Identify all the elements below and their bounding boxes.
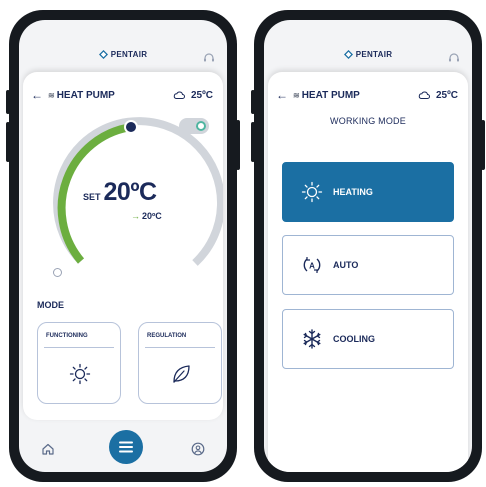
sun-icon: [69, 363, 91, 385]
mode-option-label: AUTO: [333, 260, 359, 270]
arrow-right-icon: →: [131, 211, 140, 221]
gauge-handle[interactable]: [124, 120, 138, 134]
cloud-icon: [418, 91, 430, 99]
device-header: ← ≋ HEAT PUMP 25ºC: [276, 88, 458, 102]
headset-icon[interactable]: [203, 52, 215, 64]
phone-side-button: [6, 122, 10, 162]
tile-divider: [44, 347, 114, 348]
phone-side-button: [251, 122, 255, 162]
tile-divider: [145, 347, 215, 348]
home-icon[interactable]: [41, 442, 55, 456]
menu-icon: [119, 441, 133, 453]
menu-button[interactable]: [109, 430, 143, 464]
set-label: SET: [83, 192, 101, 202]
heat-pump-icon: ≋: [48, 90, 55, 100]
thermostat-card: ← ≋ HEAT PUMP 25ºC SET 20ºC → 20ºC MODE …: [23, 72, 223, 420]
phone-side-button: [236, 120, 240, 170]
tile-functioning[interactable]: FUNCTIONING: [37, 322, 121, 404]
back-arrow-icon[interactable]: ←: [276, 88, 288, 102]
pentair-logo-icon: [343, 49, 353, 59]
tile-label: REGULATION: [147, 333, 187, 339]
mode-option-auto[interactable]: A AUTO: [282, 235, 454, 295]
phone-thermostat: PENTAIR ← ≋ HEAT PUMP 25ºC SET 20ºC → 20…: [6, 10, 240, 482]
power-toggle[interactable]: [179, 118, 209, 134]
sun-icon: [301, 181, 323, 203]
tile-regulation[interactable]: REGULATION: [138, 322, 222, 404]
phone-working-mode: PENTAIR ← ≋ HEAT PUMP 25ºC WORKING MODE: [251, 10, 485, 482]
brand-name: PENTAIR: [355, 49, 393, 59]
screen: PENTAIR ← ≋ HEAT PUMP 25ºC SET 20ºC → 20…: [19, 20, 227, 472]
mode-section-title: MODE: [37, 300, 64, 310]
brand-logo: PENTAIR: [343, 49, 393, 59]
phone-side-button: [251, 90, 255, 114]
heat-pump-icon: ≋: [293, 90, 300, 100]
mode-option-label: COOLING: [333, 334, 375, 344]
mode-option-label: HEATING: [333, 187, 373, 197]
snowflake-icon: [303, 329, 321, 349]
cloud-icon: [173, 91, 185, 99]
setpoint-display: SET 20ºC: [83, 178, 157, 207]
device-name: HEAT PUMP: [301, 89, 360, 101]
bottom-nav: [19, 422, 227, 472]
auto-icon: A: [303, 257, 321, 273]
pentair-logo-icon: [98, 49, 108, 59]
toggle-knob: [196, 121, 206, 131]
brand-logo: PENTAIR: [98, 49, 148, 59]
phone-side-button: [6, 90, 10, 114]
working-mode-card: ← ≋ HEAT PUMP 25ºC WORKING MODE HEATING …: [268, 72, 468, 472]
back-arrow-icon[interactable]: ←: [31, 88, 43, 102]
mode-option-cooling[interactable]: COOLING: [282, 309, 454, 369]
mode-option-heating[interactable]: HEATING: [282, 162, 454, 222]
current-temperature: → 20ºC: [131, 211, 162, 221]
working-mode-title: WORKING MODE: [330, 116, 406, 126]
svg-text:A: A: [309, 262, 315, 271]
tile-label: FUNCTIONING: [46, 333, 88, 339]
outside-temperature: 25ºC: [436, 89, 458, 101]
brand-name: PENTAIR: [110, 49, 148, 59]
info-icon[interactable]: [53, 268, 62, 277]
phone-side-button: [481, 120, 485, 170]
headset-icon[interactable]: [448, 52, 460, 64]
device-name: HEAT PUMP: [56, 89, 115, 101]
current-temperature-value: 20ºC: [142, 211, 162, 221]
brand-bar: PENTAIR: [264, 20, 472, 76]
leaf-icon: [173, 365, 190, 383]
screen: PENTAIR ← ≋ HEAT PUMP 25ºC WORKING MODE: [264, 20, 472, 472]
outside-temperature: 25ºC: [191, 89, 213, 101]
set-temperature: 20ºC: [103, 178, 158, 206]
device-header: ← ≋ HEAT PUMP 25ºC: [31, 88, 213, 102]
user-icon[interactable]: [191, 442, 205, 456]
brand-bar: PENTAIR: [19, 20, 227, 76]
